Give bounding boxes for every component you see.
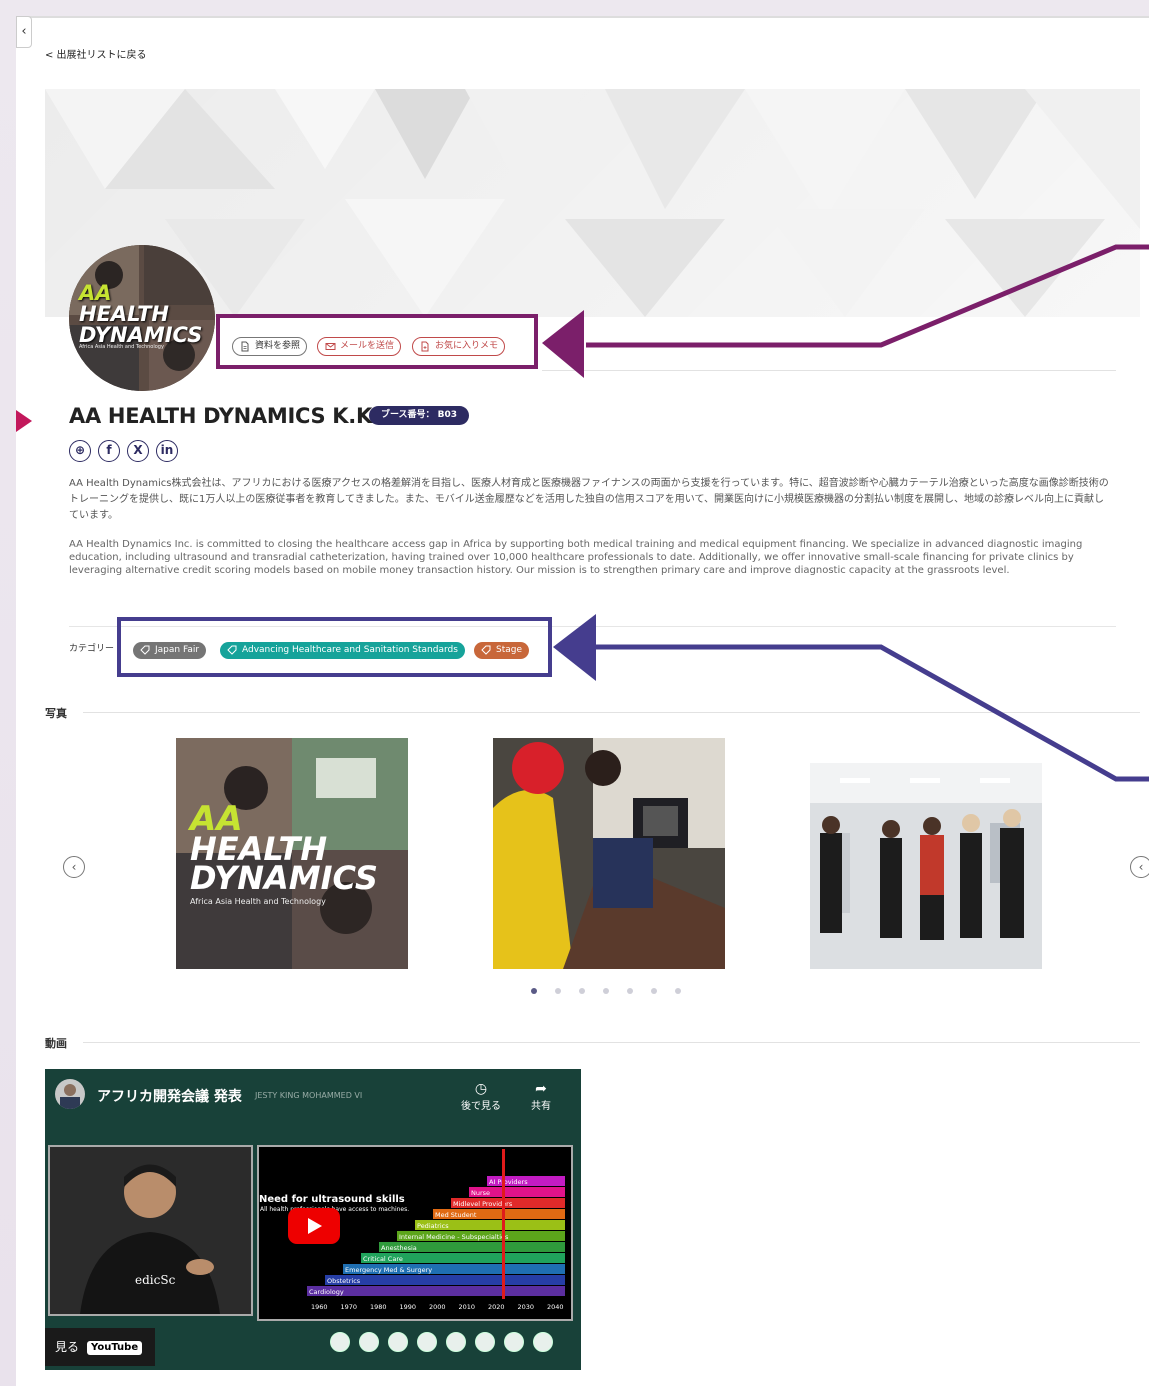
- slide-year-tick: 2030: [518, 1303, 535, 1311]
- sponsor-logo-icon: [388, 1332, 408, 1352]
- company-name: AA HEALTH DYNAMICS K.K: [69, 404, 372, 428]
- tag-icon: [140, 645, 150, 662]
- play-button[interactable]: [288, 1208, 340, 1244]
- photo-slide-3[interactable]: [810, 738, 1042, 969]
- slide-row-label: AI Providers: [489, 1178, 528, 1186]
- booth-number-badge: ブース番号： B03: [369, 406, 470, 425]
- slide-year-tick: 1990: [400, 1303, 417, 1311]
- sponsor-logo-icon: [475, 1332, 495, 1352]
- channel-avatar[interactable]: [55, 1079, 85, 1109]
- website-icon[interactable]: ⊕: [69, 440, 91, 462]
- photo1-text-dynamics: DYNAMICS: [190, 859, 378, 897]
- carousel-dot[interactable]: [531, 988, 537, 994]
- carousel-dot[interactable]: [651, 988, 657, 994]
- facebook-icon[interactable]: f: [98, 440, 120, 462]
- linkedin-icon[interactable]: in: [156, 440, 178, 462]
- slide-row-label: Anesthesia: [381, 1244, 417, 1252]
- x-icon[interactable]: X: [127, 440, 149, 462]
- slide-bar-row: [307, 1286, 565, 1296]
- speaker-shirt-text: edicSc: [135, 1273, 176, 1287]
- tag-icon: [481, 645, 491, 662]
- photo-next-button[interactable]: ‹: [1130, 856, 1149, 878]
- category-tag-stage[interactable]: Stage: [474, 642, 530, 662]
- photos-divider: [83, 712, 1140, 713]
- back-to-exhibitor-list-link[interactable]: < 出展社リストに戻る: [45, 46, 147, 61]
- slide-year-tick: 1980: [370, 1303, 387, 1311]
- slide-year-tick: 2040: [547, 1303, 564, 1311]
- slide-row-label: Internal Medicine - Subspecialties: [399, 1233, 509, 1241]
- carousel-dot[interactable]: [579, 988, 585, 994]
- category-tag-healthcare[interactable]: Advancing Healthcare and Sanitation Stan…: [220, 642, 465, 659]
- mail-icon: [325, 341, 336, 359]
- social-links: ⊕ f Xin: [69, 440, 185, 462]
- watch-later-button[interactable]: ◷ 後で見る: [461, 1081, 501, 1112]
- slide-row-label: Emergency Med & Surgery: [345, 1266, 432, 1274]
- exhibitor-detail-page: ‹ < 出展社リストに戻る AA HEALTH DYNAMICS Africa …: [16, 16, 1149, 1386]
- company-logo: AA HEALTH DYNAMICS Africa Asia Health an…: [69, 245, 215, 391]
- photo-slide-1[interactable]: AA HEALTH DYNAMICS Africa Asia Health an…: [176, 738, 408, 969]
- top-divider: [16, 16, 1149, 18]
- send-email-button[interactable]: メールを送信: [317, 337, 402, 359]
- clock-icon: ◷: [474, 1081, 488, 1097]
- sponsor-logo-icon: [504, 1332, 524, 1352]
- photo-slide-2[interactable]: [493, 738, 725, 969]
- slide-year-tick: 1960: [311, 1303, 328, 1311]
- logo-subtitle: Africa Asia Health and Technology: [79, 344, 164, 350]
- description-japanese: AA Health Dynamics株式会社は、アフリカにおける医療アクセスの格…: [69, 478, 1109, 521]
- description-english: AA Health Dynamics Inc. is committed to …: [69, 539, 1083, 576]
- slide-year-tick: 2000: [429, 1303, 446, 1311]
- sponsor-logo-icon: [446, 1332, 466, 1352]
- carousel-dot[interactable]: [603, 988, 609, 994]
- video-title-overlay: JESTY KING MOHAMMED VI: [255, 1091, 363, 1100]
- collapse-sidebar-button[interactable]: ‹: [16, 16, 32, 48]
- slide-current-year-line: [502, 1149, 505, 1299]
- photo-prev-button[interactable]: ‹: [63, 856, 85, 878]
- photo1-text-sub: Africa Asia Health and Technology: [190, 897, 326, 906]
- share-icon: ➦: [535, 1081, 547, 1097]
- slide-row-label: Med Student: [435, 1211, 477, 1219]
- document-icon: [240, 341, 250, 359]
- slide-year-tick: 2020: [488, 1303, 505, 1311]
- slide-row-label: Obstetrics: [327, 1277, 361, 1285]
- slide-row-label: Pediatrics: [417, 1222, 449, 1230]
- carousel-dot[interactable]: [675, 988, 681, 994]
- video-slide-panel: AI Providers Nurse Midlevel Providers Med S…: [257, 1145, 573, 1321]
- action-divider: [542, 370, 1116, 371]
- memo-icon: [420, 341, 430, 359]
- slide-year-tick: 2010: [459, 1303, 476, 1311]
- slide-row-label: Cardiology: [309, 1288, 344, 1296]
- action-buttons-highlight: 資料を参照 メールを送信 お気に入りメモ: [216, 314, 538, 369]
- slide-row-label: Nurse: [471, 1189, 490, 1197]
- sponsor-logo-icon: [330, 1332, 350, 1352]
- youtube-video-embed[interactable]: JESTY KING MOHAMMED VI アフリカ開発会議 発表 ◷ 後で見…: [45, 1069, 581, 1370]
- photo-carousel-dots: [531, 979, 699, 998]
- watch-on-youtube-button[interactable]: 見る YouTube: [45, 1328, 155, 1366]
- category-tag-japan-fair[interactable]: Japan Fair: [133, 642, 207, 662]
- favorite-memo-button[interactable]: お気に入りメモ: [412, 337, 506, 359]
- left-pointer-marker: [16, 410, 32, 432]
- slide-year-tick: 1970: [341, 1303, 358, 1311]
- photos-section-title: 写真: [45, 707, 67, 720]
- slide-bar-row: [325, 1275, 565, 1285]
- tag-icon: [227, 645, 237, 662]
- videos-section-title: 動画: [45, 1037, 67, 1050]
- video-speaker-panel: edicSc: [48, 1145, 253, 1316]
- slide-row-label: Critical Care: [363, 1255, 403, 1263]
- videos-divider: [83, 1042, 1140, 1043]
- sponsor-logo-icon: [359, 1332, 379, 1352]
- carousel-dot[interactable]: [555, 988, 561, 994]
- sponsor-logo-icon: [417, 1332, 437, 1352]
- carousel-dot[interactable]: [627, 988, 633, 994]
- share-button[interactable]: ➦ 共有: [531, 1081, 551, 1112]
- sponsor-logo-icon: [533, 1332, 553, 1352]
- slide-title: Need for ultrasound skills: [259, 1194, 405, 1205]
- category-tags-highlight: Japan Fair Advancing Healthcare and Sani…: [117, 617, 552, 677]
- category-label: カテゴリー: [69, 644, 115, 654]
- youtube-logo-icon: YouTube: [87, 1340, 143, 1355]
- video-title[interactable]: アフリカ開発会議 発表: [97, 1086, 242, 1106]
- view-documents-button[interactable]: 資料を参照: [232, 337, 308, 359]
